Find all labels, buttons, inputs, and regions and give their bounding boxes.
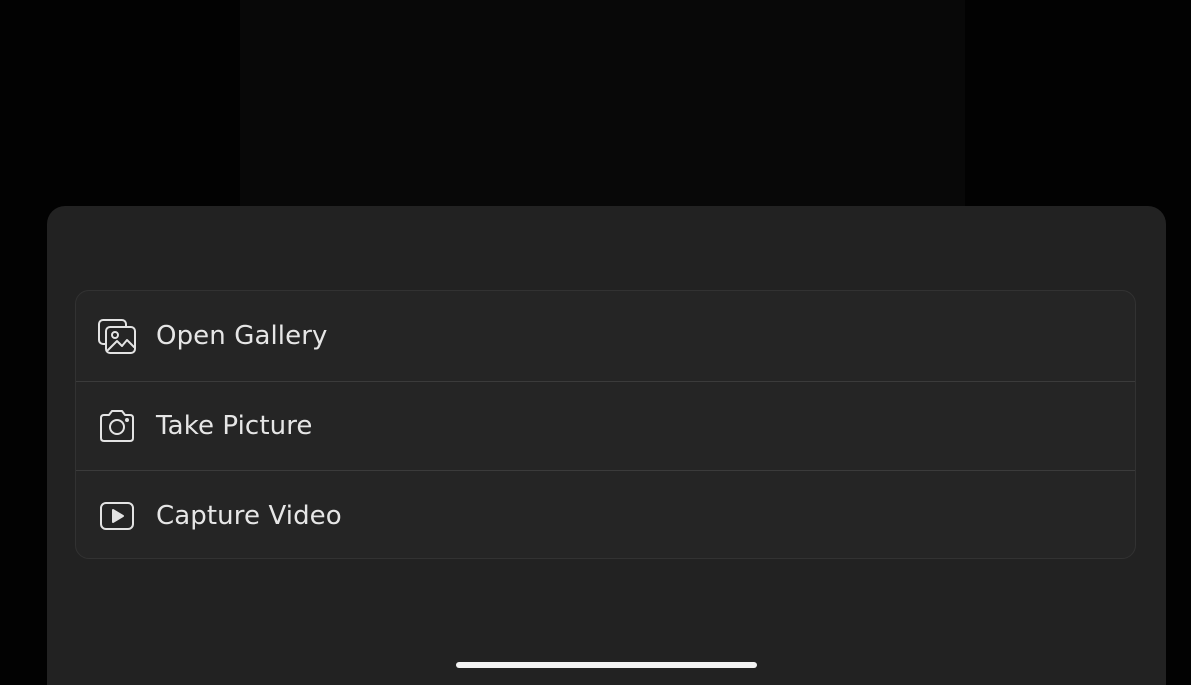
home-indicator[interactable] (456, 662, 757, 668)
bottom-sheet: Open Gallery Take Picture Capture Video (47, 206, 1166, 685)
take-picture-label: Take Picture (156, 410, 313, 441)
capture-video-label: Capture Video (156, 500, 342, 531)
open-gallery-label: Open Gallery (156, 320, 328, 351)
media-options-menu: Open Gallery Take Picture Capture Video (75, 290, 1136, 559)
screen: Open Gallery Take Picture Capture Video (0, 0, 1191, 685)
take-picture-option[interactable]: Take Picture (76, 380, 1135, 471)
open-gallery-option[interactable]: Open Gallery (76, 291, 1135, 381)
gallery-icon (95, 314, 139, 358)
capture-video-option[interactable]: Capture Video (76, 470, 1135, 558)
video-icon (95, 494, 139, 538)
camera-icon (95, 404, 139, 448)
